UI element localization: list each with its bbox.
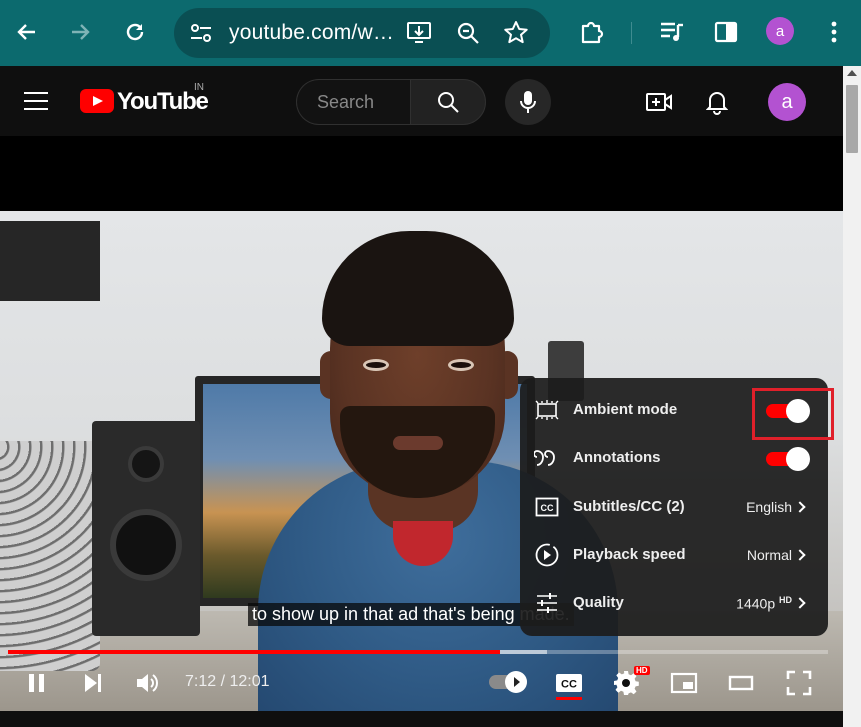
closed-captions-icon: CC [556, 674, 582, 692]
notifications-button[interactable] [701, 86, 733, 118]
youtube-play-logo-icon [80, 89, 114, 113]
menu-item-label: Ambient mode [573, 401, 678, 418]
fullscreen-icon [786, 670, 812, 696]
background-shelf [0, 221, 100, 301]
menu-item-value: 1440p HD [736, 595, 792, 612]
volume-icon [137, 674, 158, 692]
menu-item-label: Subtitles/CC (2) [573, 498, 685, 515]
microphone-icon [520, 91, 536, 113]
account-avatar[interactable]: a [768, 83, 806, 121]
page-scrollbar[interactable] [843, 66, 861, 727]
side-panel-button[interactable] [708, 14, 744, 50]
search-placeholder: Search [317, 92, 375, 112]
scrollbar-thumb[interactable] [846, 85, 858, 153]
miniplayer-icon [670, 672, 698, 694]
browser-profile-avatar[interactable]: a [766, 17, 794, 45]
progress-played [8, 650, 500, 654]
fullscreen-button[interactable] [782, 666, 816, 700]
chevron-right-icon [794, 549, 806, 561]
address-bar[interactable]: youtube.com/w… [174, 8, 550, 58]
player-top-letterbox [0, 136, 843, 211]
menu-item-subtitles[interactable]: CC Subtitles/CC (2) English [520, 483, 828, 531]
search-icon [438, 92, 459, 113]
menu-item-value: Normal [746, 547, 792, 563]
arrow-right-icon [72, 24, 90, 40]
annotations-icon [534, 446, 560, 470]
subtitles-button[interactable]: CC [552, 666, 586, 700]
autoplay-play-icon [505, 671, 527, 693]
search-button[interactable] [410, 79, 486, 125]
create-button[interactable] [643, 86, 675, 118]
menu-item-label: Annotations [573, 449, 661, 466]
country-code: IN [194, 82, 204, 93]
pause-icon [29, 674, 44, 692]
youtube-header: YouTube IN Search a [0, 66, 843, 136]
hd-badge: HD [779, 595, 792, 605]
side-panel-icon [714, 21, 738, 43]
svg-text:CC: CC [541, 503, 554, 513]
pause-button[interactable] [20, 666, 54, 700]
arrow-left-icon [17, 24, 35, 40]
toolbar-divider [631, 22, 632, 44]
browser-toolbar: youtube.com/w… a [0, 0, 861, 66]
settings-hd-badge: HD [634, 666, 650, 675]
bell-icon [706, 92, 728, 115]
bookmark-star-icon[interactable] [503, 20, 529, 46]
background-computer-tower [0, 441, 100, 671]
puzzle-icon [581, 21, 604, 44]
video-add-icon [646, 93, 672, 111]
chevron-right-icon [794, 501, 806, 513]
playlist-music-icon [661, 22, 683, 41]
quality-sliders-icon [534, 591, 560, 615]
menu-item-label: Playback speed [573, 546, 686, 563]
back-button[interactable] [9, 14, 45, 50]
menu-item-annotations[interactable]: Annotations [520, 434, 828, 482]
skip-next-icon [85, 674, 101, 692]
url-text[interactable]: youtube.com/w… [229, 21, 394, 45]
svg-text:CC: CC [561, 679, 577, 691]
more-vert-icon [831, 21, 837, 43]
voice-search-button[interactable] [505, 79, 551, 125]
menu-item-quality[interactable]: Quality 1440p HD [520, 579, 828, 627]
menu-item-playback-speed[interactable]: Playback speed Normal [520, 531, 828, 579]
guide-menu-button[interactable] [24, 90, 50, 112]
miniplayer-button[interactable] [667, 666, 701, 700]
reload-icon [126, 23, 144, 41]
player-bottom-strip [0, 711, 843, 727]
forward-button[interactable] [62, 14, 98, 50]
next-button[interactable] [76, 666, 110, 700]
ambient-mode-icon [534, 398, 560, 422]
captions-active-indicator [556, 697, 582, 700]
menu-item-value: English [746, 499, 792, 515]
mute-button[interactable] [131, 666, 165, 700]
background-speaker [92, 421, 200, 636]
search-input[interactable]: Search [296, 79, 410, 125]
extensions-button[interactable] [574, 14, 610, 50]
annotations-toggle[interactable] [766, 447, 810, 471]
browser-menu-button[interactable] [816, 14, 852, 50]
time-display: 7:12 / 12:01 [185, 673, 270, 690]
install-app-icon[interactable] [406, 21, 432, 45]
annotation-highlight-box [752, 388, 834, 440]
media-controls-button[interactable] [654, 14, 690, 50]
chevron-right-icon [794, 597, 806, 609]
zoom-icon[interactable] [456, 21, 480, 45]
reload-button[interactable] [117, 14, 153, 50]
menu-item-label: Quality [573, 594, 624, 611]
hamburger-icon [24, 92, 48, 94]
autoplay-toggle[interactable] [489, 671, 527, 693]
subtitles-cc-icon: CC [534, 495, 560, 519]
scroll-up-arrow-icon[interactable] [847, 70, 857, 76]
site-info-icon[interactable] [190, 23, 212, 43]
theater-mode-icon [728, 675, 754, 691]
theater-mode-button[interactable] [724, 666, 758, 700]
playback-speed-icon [534, 543, 560, 567]
